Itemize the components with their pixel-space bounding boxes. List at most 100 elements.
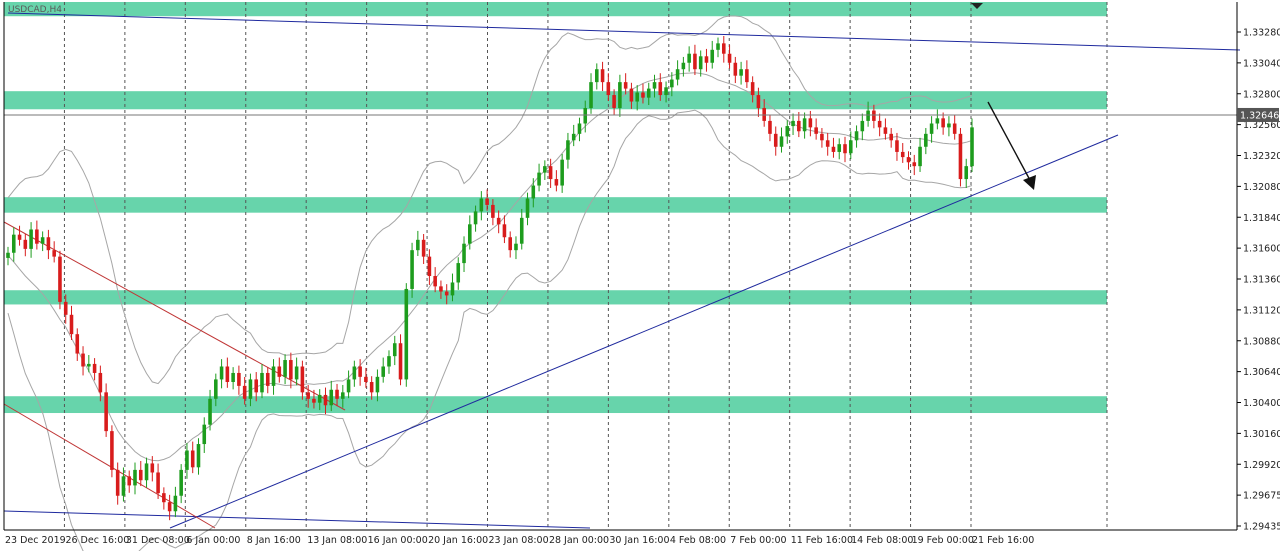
candle-body-48: [283, 360, 287, 377]
candle-body-103: [600, 69, 605, 83]
x-tick-label-12: 7 Feb 00:00: [730, 535, 786, 546]
candle-body-94: [548, 166, 553, 180]
candle-body-109: [635, 92, 639, 102]
y-tick-label-4: 1.32320: [1243, 151, 1280, 162]
candle-body-56: [329, 389, 334, 406]
candle-body-156: [906, 157, 911, 163]
candle-body-45: [265, 372, 270, 386]
candle-body-82: [479, 198, 484, 212]
x-tick-label-13: 11 Feb 16:00: [791, 535, 853, 546]
x-tick-label-8: 23 Jan 08:00: [489, 535, 549, 546]
candle-body-98: [571, 133, 576, 141]
candle-body-33: [196, 444, 201, 468]
candle-body-1: [11, 234, 16, 253]
y-tick-label-1: 1.33040: [1243, 58, 1280, 69]
candle-body-104: [606, 82, 611, 96]
x-tick-label-1: 26 Dec 16:00: [65, 535, 129, 546]
candle-body-113: [658, 82, 663, 96]
candle-body-155: [900, 151, 905, 158]
candle-body-135: [785, 126, 790, 137]
candle-body-151: [877, 120, 882, 128]
candle-body-106: [618, 82, 622, 108]
candle-body-11: [69, 314, 74, 335]
candle-body-150: [872, 110, 876, 121]
candle-body-167: [970, 127, 974, 167]
candle-body-83: [485, 198, 489, 205]
candle-body-149: [866, 110, 870, 121]
candle-body-36: [214, 379, 218, 399]
candle-body-50: [294, 366, 299, 380]
candle-body-16: [98, 372, 103, 393]
sr-zone-2: [4, 197, 1107, 213]
x-tick-label-5: 13 Jan 08:00: [307, 535, 367, 546]
candle-body-34: [202, 424, 207, 445]
candle-body-100: [583, 107, 588, 124]
candle-body-116: [675, 69, 680, 80]
candle-body-15: [92, 363, 97, 373]
candle-body-69: [404, 288, 409, 380]
candle-body-110: [641, 92, 645, 98]
sr-zone-0: [4, 2, 1107, 17]
x-tick-label-3: 6 Jan 00:00: [186, 535, 240, 546]
candle-body-14: [87, 363, 91, 367]
y-tick-label-7: 1.31600: [1243, 244, 1280, 255]
x-tick-label-7: 20 Jan 16:00: [428, 535, 488, 546]
price-chart: 23 Dec 2019 26 Dec 16:00 31 Dec 08:00 6 Jan…: [0, 0, 1280, 551]
y-tick-label-13: 1.30160: [1243, 429, 1280, 440]
candle-body-18: [110, 431, 114, 470]
candle-body-137: [797, 120, 801, 132]
candle-body-51: [300, 366, 305, 393]
y-tick-label-6: 1.31840: [1243, 213, 1280, 224]
candle-body-21: [127, 476, 132, 486]
candle-body-120: [698, 56, 703, 70]
y-tick-label-14: 1.29920: [1243, 460, 1280, 471]
candle-body-126: [733, 62, 738, 76]
candle-body-68: [398, 343, 403, 380]
candle-body-89: [519, 217, 524, 244]
candle-body-61: [358, 366, 362, 377]
candle-body-55: [323, 394, 328, 406]
y-tick-label-16: 1.29435: [1243, 522, 1280, 533]
candle-body-97: [566, 140, 570, 160]
candle-body-95: [554, 179, 559, 186]
candle-body-146: [848, 140, 853, 154]
candle-body-40: [237, 372, 241, 386]
candle-body-71: [416, 239, 420, 251]
candle-body-30: [179, 469, 183, 496]
candle-body-152: [883, 127, 888, 134]
candle-body-81: [473, 211, 478, 225]
y-tick-label-10: 1.30880: [1243, 336, 1280, 347]
candle-body-53: [312, 398, 316, 403]
candle-body-114: [664, 87, 668, 96]
candle-body-107: [623, 82, 628, 89]
chart-background: [0, 0, 1280, 551]
candle-body-123: [716, 43, 720, 50]
candle-body-111: [646, 88, 651, 98]
candle-body-46: [271, 366, 276, 386]
candle-body-159: [924, 133, 928, 147]
candle-body-31: [185, 450, 189, 470]
candle-body-63: [369, 382, 374, 393]
candle-body-66: [387, 356, 391, 367]
candle-body-77: [450, 282, 455, 296]
candle-body-70: [410, 250, 414, 289]
candle-body-22: [133, 469, 137, 486]
candle-body-64: [375, 376, 380, 393]
candle-body-157: [912, 162, 917, 167]
candle-body-43: [254, 379, 259, 393]
candle-body-139: [808, 118, 813, 128]
candle-body-44: [260, 372, 264, 393]
candle-body-24: [144, 463, 149, 481]
candle-body-132: [768, 120, 772, 134]
candle-body-78: [456, 263, 461, 283]
candle-body-124: [721, 43, 726, 54]
candle-body-58: [341, 392, 345, 399]
price-chart-canvas: 23 Dec 2019 26 Dec 16:0031 Dec 08:006 Jan…: [0, 0, 1280, 551]
candle-body-154: [895, 140, 899, 152]
candle-body-148: [860, 120, 865, 132]
y-tick-label-8: 1.31360: [1243, 275, 1280, 286]
x-tick-label-4: 8 Jan 16:00: [247, 535, 301, 546]
x-tick-label-2: 31 Dec 08:00: [126, 535, 190, 546]
candle-body-108: [629, 88, 634, 102]
candle-body-130: [756, 95, 761, 108]
